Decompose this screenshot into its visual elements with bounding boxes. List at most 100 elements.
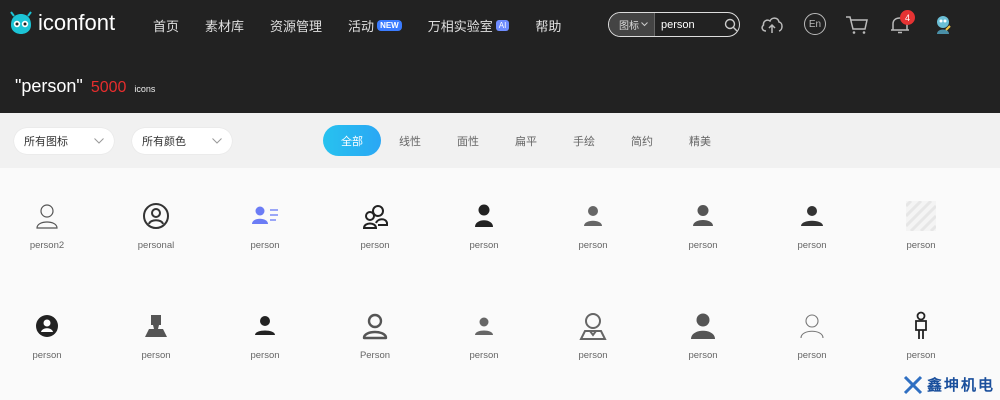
color-select[interactable]: 所有颜色 <box>132 128 232 154</box>
nav-help-label: 帮助 <box>535 19 562 34</box>
icon-type-select-label: 所有图标 <box>24 136 68 148</box>
search-box: 图标 <box>608 12 740 37</box>
icon-card[interactable]: person <box>653 168 753 268</box>
icon-label: person <box>578 240 608 251</box>
nav-activities[interactable]: 活动 NEW <box>348 16 402 35</box>
icon-label: person <box>688 240 718 251</box>
icon-label: person <box>906 350 936 361</box>
placeholder-icon <box>906 201 936 231</box>
icon-card[interactable]: person <box>871 278 971 378</box>
icon-card[interactable]: person <box>434 278 534 378</box>
watermark: 鑫坤机电 <box>903 374 995 395</box>
icon-label: person <box>469 350 499 361</box>
icon-label: person <box>32 350 62 361</box>
icon-card[interactable]: person <box>871 168 971 268</box>
nav-lab-label: 万相实验室 <box>427 19 493 34</box>
search-input[interactable] <box>661 18 719 31</box>
nav-materials-label: 素材库 <box>205 19 245 34</box>
icon-card[interactable]: personal <box>106 168 206 268</box>
icon-label: person2 <box>29 240 65 251</box>
iconfont-logo-icon <box>10 11 32 34</box>
upload-cloud-icon[interactable] <box>760 14 784 36</box>
tab-flat[interactable]: 扁平 <box>497 125 555 156</box>
color-select-label: 所有颜色 <box>142 136 186 148</box>
result-summary: "person" 5000 icons <box>15 76 155 97</box>
icon-label: person <box>469 240 499 251</box>
person-large-icon <box>691 313 715 339</box>
icon-label: person <box>250 350 280 361</box>
icon-card[interactable]: person <box>543 168 643 268</box>
icon-card[interactable]: person <box>762 278 862 378</box>
tab-filled[interactable]: 面性 <box>439 125 497 156</box>
result-query: "person" <box>15 76 83 96</box>
icon-card[interactable]: person <box>762 168 862 268</box>
person-gray-icon <box>801 206 823 226</box>
main-nav: 首页 素材库 资源管理 活动 NEW 万相实验室 AI 帮助 <box>153 16 587 35</box>
tab-simple[interactable]: 简约 <box>613 125 671 156</box>
person-standing-icon <box>915 311 927 339</box>
logo-text: iconfont <box>38 10 116 35</box>
icon-card[interactable]: person <box>434 168 534 268</box>
nav-resources[interactable]: 资源管理 <box>270 16 322 35</box>
icon-label: Person <box>359 350 391 361</box>
style-tabs: 全部 线性 面性 扁平 手绘 简约 精美 <box>323 125 729 156</box>
nav-home-label: 首页 <box>153 19 180 34</box>
icon-label: person <box>688 350 718 361</box>
icon-label: person <box>906 240 936 251</box>
icon-label: personal <box>137 240 175 251</box>
icon-label: person <box>141 350 171 361</box>
nav-materials[interactable]: 素材库 <box>205 16 244 35</box>
tab-all[interactable]: 全部 <box>323 125 381 156</box>
search-type-label: 图标 <box>619 21 639 32</box>
icon-card[interactable]: person <box>0 278 97 378</box>
icon-label: person <box>578 350 608 361</box>
icon-card[interactable]: person <box>215 278 315 378</box>
filter-bar: 所有图标 所有颜色 全部 线性 面性 扁平 手绘 简约 精美 <box>0 113 1000 168</box>
result-count: 5000 <box>90 79 127 96</box>
nav-home[interactable]: 首页 <box>153 16 179 35</box>
search-type-select[interactable]: 图标 <box>609 13 655 36</box>
person-bust-icon <box>145 315 167 337</box>
nav-help[interactable]: 帮助 <box>535 16 561 35</box>
tab-linear[interactable]: 线性 <box>381 125 439 156</box>
icon-label: person <box>250 240 280 251</box>
person-gray-icon <box>693 205 713 226</box>
nav-lab[interactable]: 万相实验室 AI <box>428 16 510 35</box>
ai-badge: AI <box>495 20 510 31</box>
person-outline-bold-icon <box>362 313 388 340</box>
language-toggle[interactable]: En <box>804 13 826 35</box>
nav-activities-label: 活动 <box>348 19 375 34</box>
icon-card[interactable]: Person <box>325 278 425 378</box>
icon-card[interactable]: person <box>653 278 753 378</box>
icon-card[interactable]: person <box>325 168 425 268</box>
iconfont-logo[interactable]: iconfont <box>8 10 115 36</box>
watermark-text: 鑫坤机电 <box>927 377 996 394</box>
icon-label: person <box>797 240 827 251</box>
person-thin-outline-icon <box>800 314 824 339</box>
icon-card[interactable]: person <box>106 278 206 378</box>
person-gray-icon <box>475 317 493 335</box>
cart-icon[interactable] <box>845 15 869 35</box>
person-circle-solid-icon <box>36 315 58 337</box>
person-solid-icon <box>475 204 493 227</box>
icon-label: person <box>360 240 390 251</box>
new-badge: NEW <box>377 20 402 31</box>
icon-grid: person2 personal person person person pe… <box>0 168 1000 400</box>
icon-type-select[interactable]: 所有图标 <box>14 128 114 154</box>
result-unit: icons <box>134 84 156 94</box>
tab-elegant[interactable]: 精美 <box>671 125 729 156</box>
avatar[interactable] <box>933 14 953 36</box>
language-label: En <box>808 18 822 30</box>
people-outline-icon <box>362 205 388 229</box>
icon-label: person <box>797 350 827 361</box>
person-outline-icon <box>36 204 58 229</box>
tab-handdrawn[interactable]: 手绘 <box>555 125 613 156</box>
person-outline-collar-icon <box>579 313 607 340</box>
nav-resources-label: 资源管理 <box>270 19 323 34</box>
chevron-down-icon <box>641 22 648 27</box>
chevron-down-icon <box>94 138 104 144</box>
icon-card[interactable]: person2 <box>0 168 97 268</box>
icon-card[interactable]: person <box>215 168 315 268</box>
icon-card[interactable]: person <box>543 278 643 378</box>
search-icon[interactable] <box>723 17 739 33</box>
